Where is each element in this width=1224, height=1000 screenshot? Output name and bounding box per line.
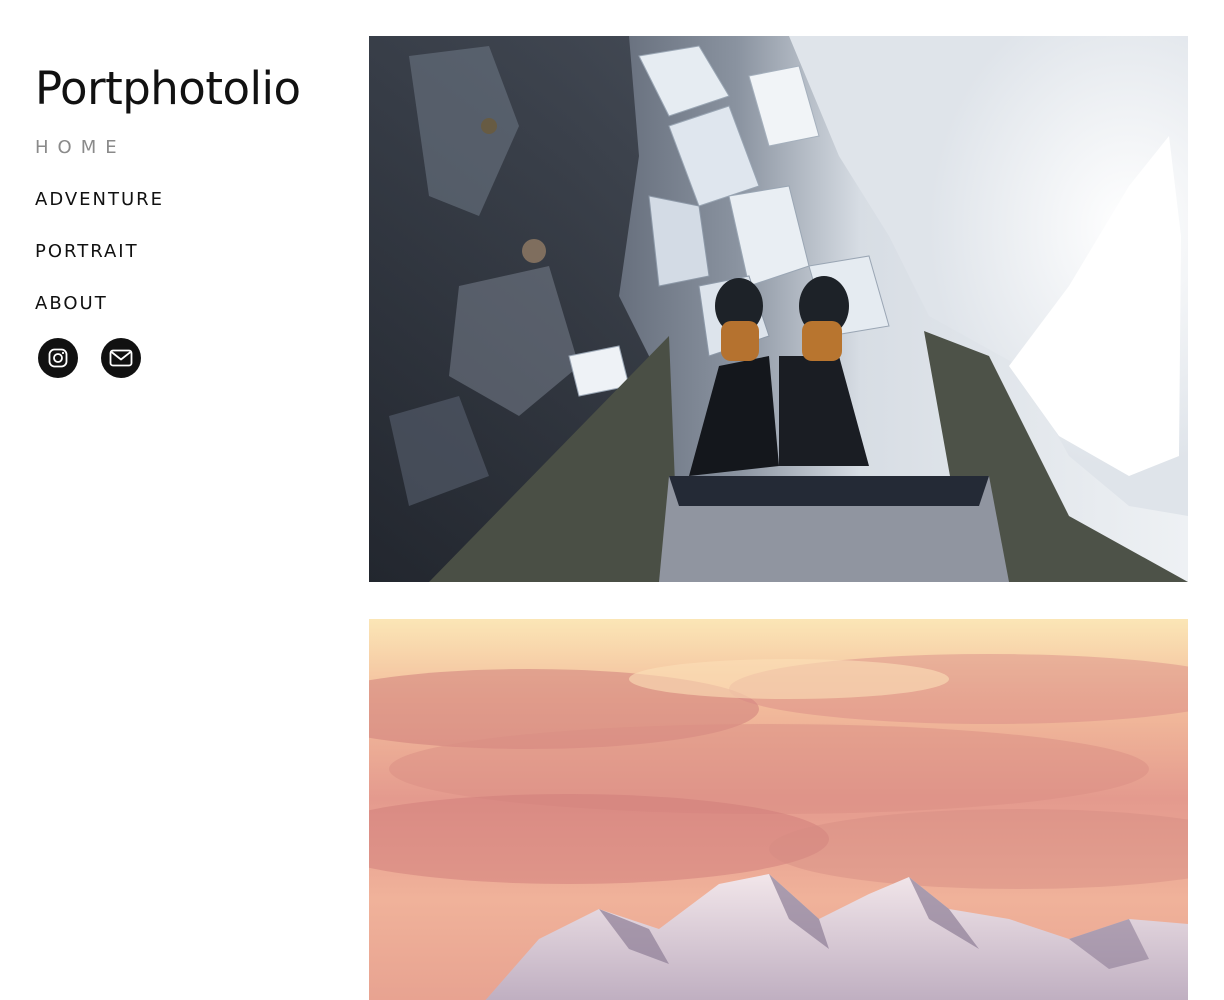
email-button[interactable] [101,338,141,378]
gallery-photo-mountains[interactable] [369,619,1188,1000]
nav-item-portrait[interactable]: PORTRAIT [35,241,335,293]
main-nav: HOME ADVENTURE PORTRAIT ABOUT [35,137,335,345]
page: Portphotolio HOME ADVENTURE PORTRAIT ABO… [0,0,1224,1000]
social-links [38,338,141,378]
gallery-photo-ice[interactable] [369,36,1188,582]
nav-item-home[interactable]: HOME [35,137,335,189]
sidebar: Portphotolio HOME ADVENTURE PORTRAIT ABO… [35,58,335,378]
mail-icon [109,349,133,367]
instagram-icon [48,348,68,368]
site-title[interactable]: Portphotolio [35,58,335,120]
nav-item-adventure[interactable]: ADVENTURE [35,189,335,241]
instagram-button[interactable] [38,338,78,378]
